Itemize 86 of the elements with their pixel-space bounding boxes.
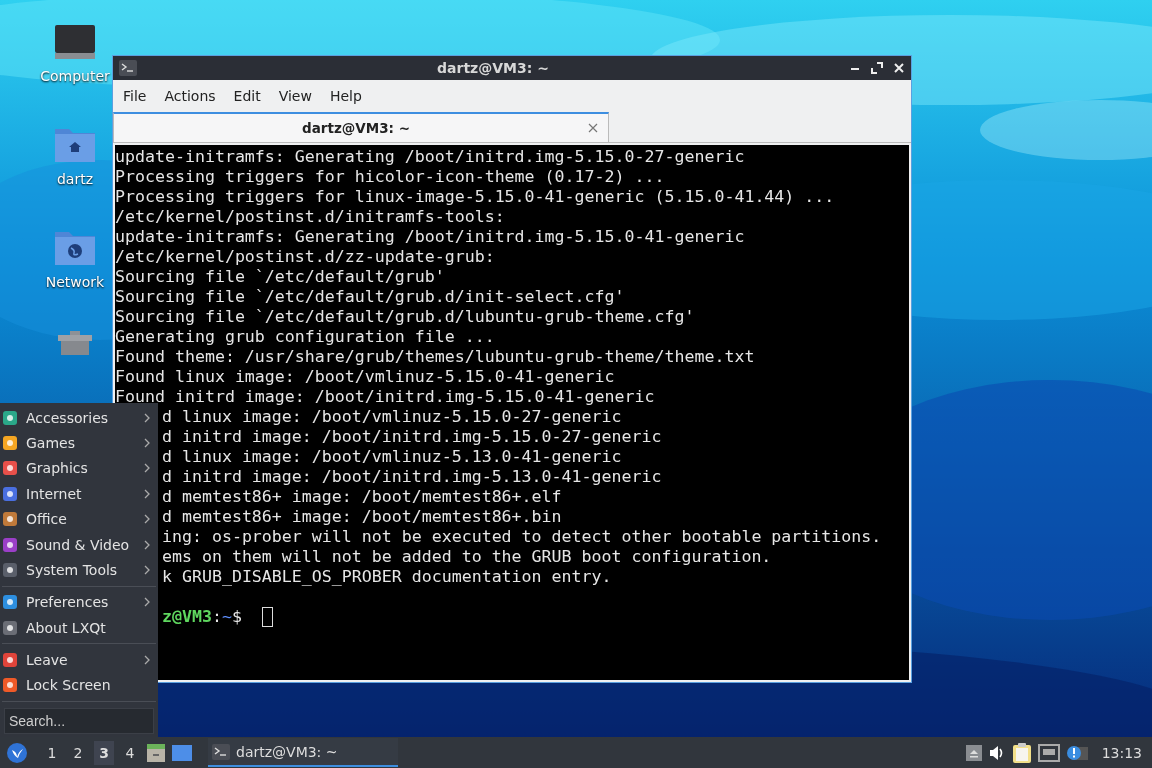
- accessories-icon: [2, 409, 18, 426]
- terminal-line: d memtest86+ image: /boot/memtest86+.elf: [161, 487, 562, 507]
- chevron-icon: [144, 564, 150, 575]
- menu-item[interactable]: Actions: [158, 86, 222, 106]
- chevron-icon: [144, 463, 150, 474]
- preferences-icon: [2, 594, 18, 611]
- terminal-line: k GRUB_DISABLE_OS_PROBER documentation entry.: [161, 567, 612, 587]
- eject-icon[interactable]: [965, 744, 982, 761]
- office-icon: [2, 511, 18, 528]
- menu-item[interactable]: Help: [323, 86, 368, 106]
- chevron-icon: [144, 655, 150, 666]
- terminal-line: Found initrd image: /boot/initrd.img-5.15.0-41-generic: [115, 387, 655, 407]
- lock-icon: [2, 677, 18, 694]
- leave-icon: [2, 652, 18, 669]
- terminal-tab[interactable]: dartz@VM3: ~: [113, 112, 609, 142]
- start-menu-icon[interactable]: [6, 741, 28, 764]
- terminal-icon: [119, 60, 137, 76]
- maximize-icon[interactable]: [871, 62, 883, 74]
- network-icon[interactable]: [1037, 743, 1060, 762]
- internet-icon: [2, 485, 18, 502]
- icon-label: Computer: [40, 68, 110, 84]
- menu-entry[interactable]: Games: [0, 430, 158, 456]
- workspace-switch[interactable]: 3: [94, 740, 114, 765]
- monitor-icon[interactable]: [54, 24, 96, 60]
- menu-entry[interactable]: Preferences: [0, 589, 158, 615]
- prompt-separator: :: [211, 607, 222, 627]
- menu-entry[interactable]: Leave: [0, 647, 158, 673]
- notification-icon[interactable]: [1065, 743, 1088, 762]
- menu-entry[interactable]: Internet: [0, 481, 158, 507]
- terminal-line: update-initramfs: Generating /boot/initrd.img-5.15.0-27-generic: [115, 147, 745, 167]
- clock: 13:13: [1101, 744, 1142, 761]
- chevron-icon: [144, 514, 150, 525]
- prompt-symbol: $: [231, 607, 242, 627]
- terminal-line: d initrd image: /boot/initrd.img-5.13.0-41-generic: [161, 467, 662, 487]
- workspace-switch[interactable]: 4: [120, 740, 140, 765]
- sound-icon: [2, 536, 18, 553]
- terminal-line: d memtest86+ image: /boot/memtest86+.bin: [161, 507, 562, 527]
- workspace-switch[interactable]: 1: [42, 740, 62, 765]
- about-icon: [2, 619, 18, 636]
- search-field[interactable]: Search...: [4, 708, 154, 734]
- chevron-icon: [144, 488, 150, 499]
- file-cabinet-icon[interactable]: [146, 742, 166, 763]
- terminal-line: /etc/kernel/postinst.d/initramfs-tools:: [115, 207, 505, 227]
- terminal-line: d linux image: /boot/vmlinuz-5.13.0-41-generic: [161, 447, 622, 467]
- menu-entry[interactable]: Accessories: [0, 405, 158, 431]
- terminal-line: d initrd image: /boot/initrd.img-5.15.0-27-generic: [161, 427, 662, 447]
- terminal-line: Sourcing file `/etc/default/grub.d/lubuntu-grub-theme.cfg': [115, 307, 695, 327]
- clipboard-icon[interactable]: [1011, 741, 1032, 764]
- terminal-line: Processing triggers for linux-image-5.15.0-41-generic (5.15.0-41.44) ...: [115, 187, 835, 207]
- graphics-icon: [2, 460, 18, 477]
- task-button[interactable]: dartz@VM3: ~: [208, 738, 398, 767]
- games-icon: [2, 435, 18, 452]
- terminal-icon: [212, 743, 230, 760]
- terminal-line: Processing triggers for hicolor-icon-theme (0.17-2) ...: [115, 167, 665, 187]
- terminal-line: ing: os-prober will not be executed to detect other bootable partitions.: [161, 527, 882, 547]
- chevron-icon: [144, 412, 150, 423]
- terminal-line: Sourcing file `/etc/default/grub': [115, 267, 445, 287]
- menu-entry[interactable]: Graphics: [0, 455, 158, 482]
- window-title: dartz@VM3: ~: [436, 60, 550, 76]
- menu-item[interactable]: File: [117, 86, 153, 106]
- chevron-icon: [144, 539, 150, 550]
- prompt-user-host: z@VM3: [161, 607, 212, 627]
- system-icon: [2, 561, 18, 578]
- terminal-line: d linux image: /boot/vmlinuz-5.15.0-27-generic: [161, 407, 622, 427]
- terminal-line: ems on them will not be added to the GRUB boot configuration.: [161, 547, 772, 567]
- menu-entry[interactable]: About LXQt: [0, 615, 158, 641]
- menu-entry[interactable]: Office: [0, 506, 158, 532]
- chevron-icon: [144, 438, 150, 449]
- show-desktop-icon[interactable]: [172, 743, 192, 762]
- text-cursor: [261, 607, 273, 627]
- icon-label: dartz: [56, 171, 94, 187]
- chevron-icon: [144, 597, 150, 608]
- menu-entry[interactable]: Sound & Video: [0, 531, 158, 558]
- terminal-line: Found theme: /usr/share/grub/themes/lubuntu-grub-theme/theme.txt: [115, 347, 755, 367]
- workspace-switch[interactable]: 2: [68, 740, 88, 765]
- icon-label: Network: [45, 274, 105, 290]
- terminal-line: /etc/kernel/postinst.d/zz-update-grub:: [115, 247, 495, 267]
- menu-item[interactable]: Edit: [227, 86, 267, 106]
- terminal-line: Generating grub configuration file ...: [115, 327, 495, 347]
- menu-entry[interactable]: System Tools: [0, 557, 158, 583]
- prompt-path: ~: [221, 607, 232, 627]
- menu-item[interactable]: View: [272, 86, 318, 106]
- terminal-line: Sourcing file `/etc/default/grub.d/init-select.cfg': [115, 287, 625, 307]
- terminal-line: Found linux image: /boot/vmlinuz-5.15.0-41-generic: [115, 367, 615, 387]
- terminal-line: update-initramfs: Generating /boot/initrd.img-5.15.0-41-generic: [115, 227, 745, 247]
- menu-entry[interactable]: Lock Screen: [0, 672, 158, 699]
